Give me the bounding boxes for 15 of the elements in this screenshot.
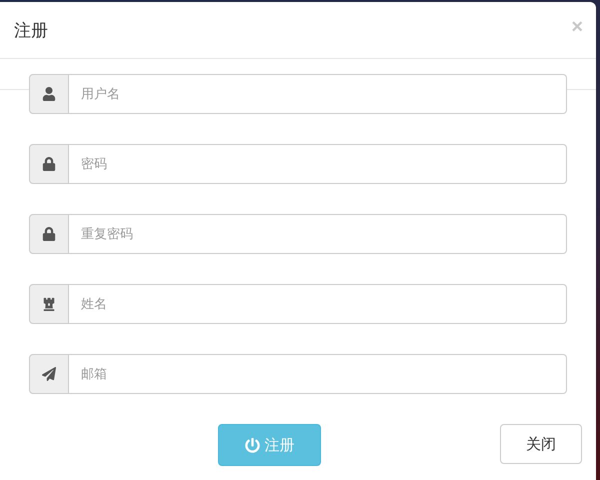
input-field[interactable]: 姓名 [69, 284, 567, 324]
close-dialog-button[interactable]: 关闭 [500, 424, 582, 464]
input-field[interactable]: 邮箱 [69, 354, 567, 394]
dialog-title: 注册 [14, 20, 48, 42]
power-icon [244, 438, 260, 452]
user-icon [42, 87, 56, 101]
rook-icon [42, 297, 56, 311]
register-button[interactable]: 注册 [218, 424, 321, 466]
input-field[interactable]: 密码 [69, 144, 567, 184]
close-button[interactable]: × [571, 16, 583, 38]
lock-icon [42, 227, 56, 241]
input-field[interactable]: 重复密码 [69, 214, 567, 254]
lock-icon [42, 157, 56, 171]
input-field[interactable]: 用户名 [69, 74, 567, 114]
paper-plane-icon [42, 367, 56, 381]
